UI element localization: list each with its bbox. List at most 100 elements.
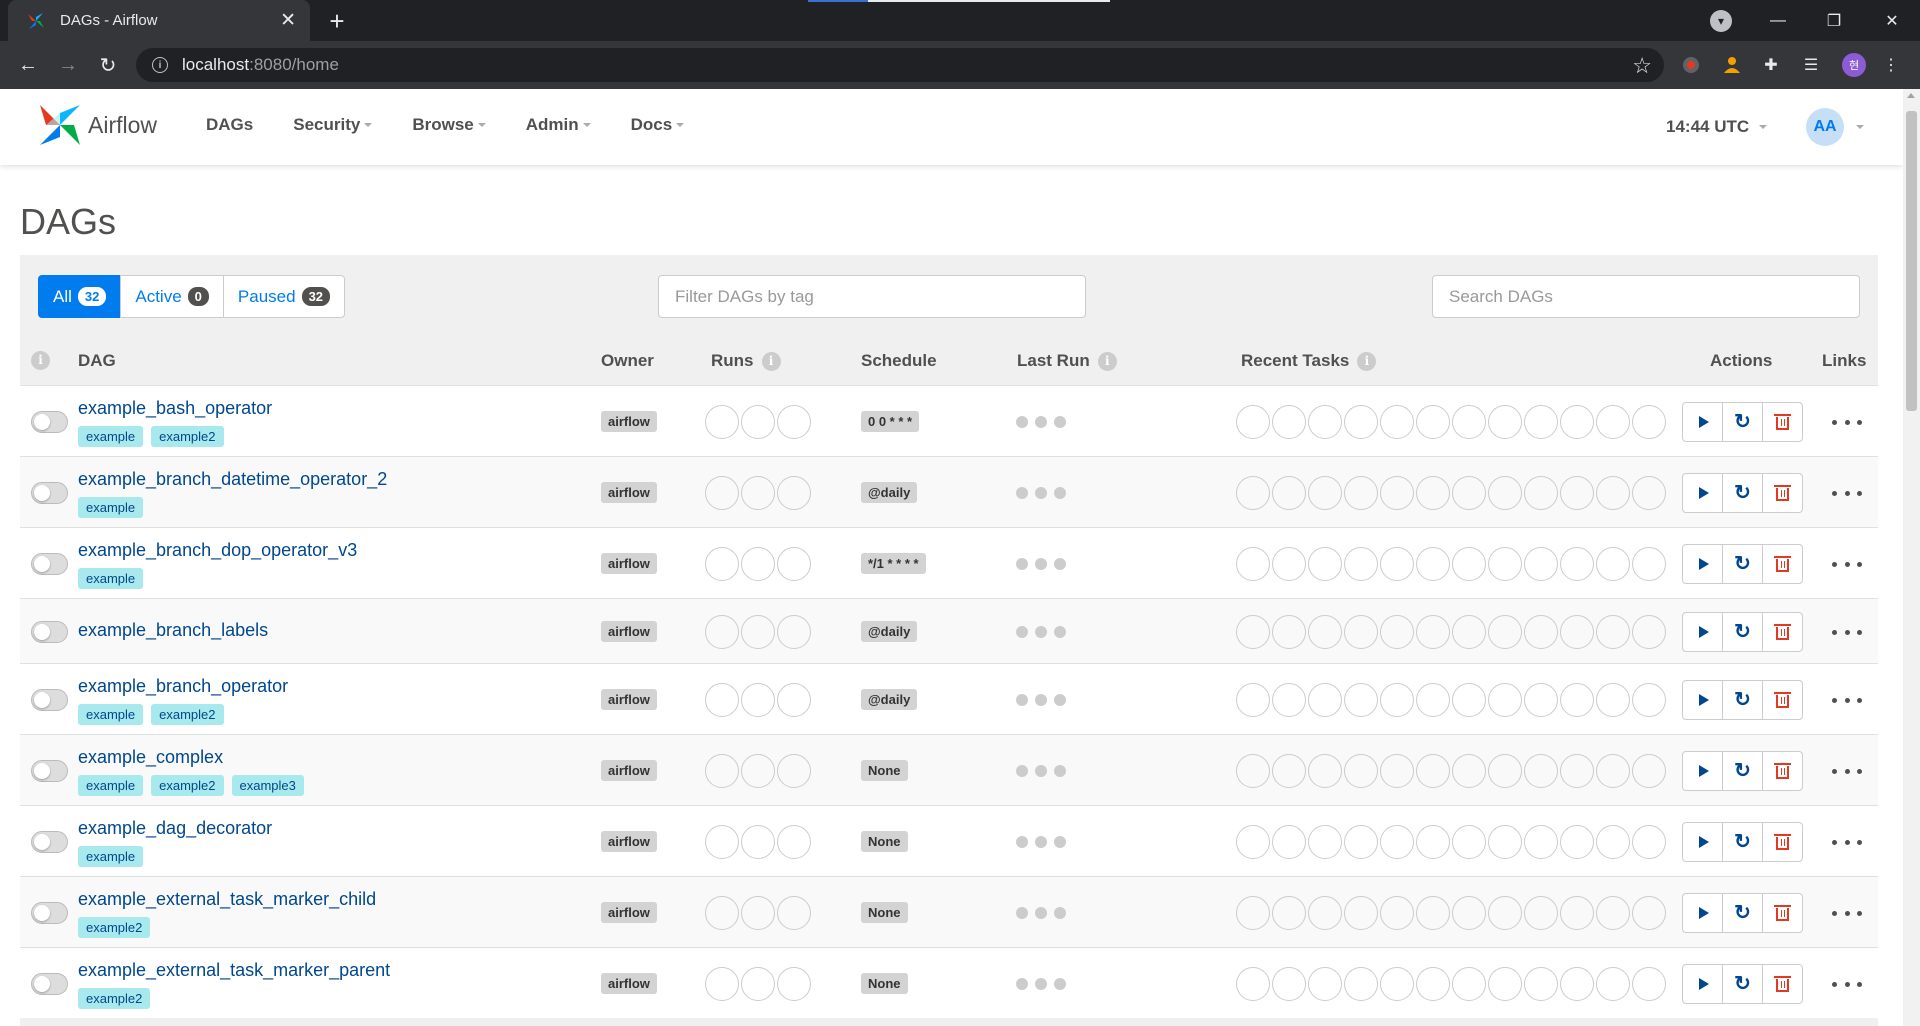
tag-filter-input[interactable]: Filter DAGs by tag	[658, 275, 1086, 318]
task-status-circle[interactable]	[1272, 896, 1306, 930]
task-status-circle[interactable]	[1308, 547, 1342, 581]
filter-active-button[interactable]: Active 0	[120, 275, 224, 318]
task-status-circle[interactable]	[1488, 896, 1522, 930]
site-info-icon[interactable]: i	[152, 57, 168, 73]
run-status-circle[interactable]	[777, 896, 811, 930]
task-status-circle[interactable]	[1488, 754, 1522, 788]
more-links-icon[interactable]	[1832, 622, 1862, 642]
tab-search-icon[interactable]: ▾	[1710, 10, 1732, 32]
trigger-dag-button[interactable]	[1682, 822, 1723, 862]
task-status-circle[interactable]	[1524, 405, 1558, 439]
task-status-circle[interactable]	[1380, 683, 1414, 717]
dag-tag[interactable]: example	[78, 846, 144, 867]
task-status-circle[interactable]	[1596, 896, 1630, 930]
task-status-circle[interactable]	[1344, 967, 1378, 1001]
task-status-circle[interactable]	[1236, 896, 1270, 930]
schedule-badge[interactable]: */1 * * * *	[861, 553, 926, 574]
task-status-circle[interactable]	[1416, 754, 1450, 788]
task-status-circle[interactable]	[1596, 476, 1630, 510]
forward-icon[interactable]: →	[52, 49, 84, 81]
dag-link[interactable]: example_complex	[78, 747, 223, 768]
restore-icon[interactable]: ❐	[1806, 0, 1862, 41]
task-status-circle[interactable]	[1632, 476, 1666, 510]
run-status-circle[interactable]	[777, 547, 811, 581]
run-status-circle[interactable]	[777, 754, 811, 788]
pause-toggle[interactable]	[31, 902, 68, 924]
more-links-icon[interactable]	[1832, 903, 1862, 923]
search-dags-input[interactable]: Search DAGs	[1432, 275, 1860, 318]
task-status-circle[interactable]	[1416, 896, 1450, 930]
task-status-circle[interactable]	[1488, 615, 1522, 649]
refresh-dag-button[interactable]: ↻	[1722, 680, 1763, 720]
dag-link[interactable]: example_dag_decorator	[78, 818, 272, 839]
owner-badge[interactable]: airflow	[601, 760, 657, 781]
nav-dags[interactable]: DAGs	[206, 115, 253, 135]
trigger-dag-button[interactable]	[1682, 612, 1723, 652]
task-status-circle[interactable]	[1416, 615, 1450, 649]
task-status-circle[interactable]	[1488, 683, 1522, 717]
run-status-circle[interactable]	[741, 754, 775, 788]
task-status-circle[interactable]	[1236, 615, 1270, 649]
task-status-circle[interactable]	[1596, 754, 1630, 788]
task-status-circle[interactable]	[1272, 967, 1306, 1001]
recent-tasks-info-icon[interactable]: i	[1357, 351, 1377, 371]
run-status-circle[interactable]	[777, 825, 811, 859]
task-status-circle[interactable]	[1452, 825, 1486, 859]
schedule-badge[interactable]: None	[861, 973, 908, 994]
owner-badge[interactable]: airflow	[601, 621, 657, 642]
task-status-circle[interactable]	[1488, 825, 1522, 859]
task-status-circle[interactable]	[1308, 896, 1342, 930]
task-status-circle[interactable]	[1380, 825, 1414, 859]
trigger-dag-button[interactable]	[1682, 473, 1723, 513]
task-status-circle[interactable]	[1632, 754, 1666, 788]
run-status-circle[interactable]	[741, 547, 775, 581]
run-status-circle[interactable]	[777, 476, 811, 510]
run-status-circle[interactable]	[741, 476, 775, 510]
task-status-circle[interactable]	[1308, 476, 1342, 510]
timezone-clock[interactable]: 14:44 UTC	[1666, 117, 1768, 137]
run-status-circle[interactable]	[705, 967, 739, 1001]
task-status-circle[interactable]	[1272, 754, 1306, 788]
task-status-circle[interactable]	[1488, 405, 1522, 439]
task-status-circle[interactable]	[1632, 405, 1666, 439]
task-status-circle[interactable]	[1308, 405, 1342, 439]
reading-list-icon[interactable]: ☰	[1800, 54, 1822, 76]
task-status-circle[interactable]	[1524, 825, 1558, 859]
task-status-circle[interactable]	[1488, 967, 1522, 1001]
task-status-circle[interactable]	[1524, 967, 1558, 1001]
close-tab-icon[interactable]: ✕	[280, 11, 296, 30]
schedule-badge[interactable]: @daily	[861, 689, 918, 710]
dag-tag[interactable]: example2	[151, 775, 224, 796]
task-status-circle[interactable]	[1416, 405, 1450, 439]
user-avatar[interactable]: AA	[1806, 108, 1844, 146]
task-status-circle[interactable]	[1308, 615, 1342, 649]
task-status-circle[interactable]	[1452, 754, 1486, 788]
pause-toggle[interactable]	[31, 553, 68, 575]
task-status-circle[interactable]	[1380, 754, 1414, 788]
task-status-circle[interactable]	[1524, 683, 1558, 717]
run-status-circle[interactable]	[705, 547, 739, 581]
run-status-circle[interactable]	[777, 967, 811, 1001]
run-status-circle[interactable]	[741, 896, 775, 930]
task-status-circle[interactable]	[1272, 405, 1306, 439]
task-status-circle[interactable]	[1560, 896, 1594, 930]
task-status-circle[interactable]	[1416, 476, 1450, 510]
scroll-up-arrow-icon[interactable]	[1907, 93, 1915, 98]
task-status-circle[interactable]	[1632, 825, 1666, 859]
task-status-circle[interactable]	[1560, 476, 1594, 510]
task-status-circle[interactable]	[1452, 405, 1486, 439]
pause-toggle[interactable]	[31, 760, 68, 782]
task-status-circle[interactable]	[1236, 405, 1270, 439]
task-status-circle[interactable]	[1236, 683, 1270, 717]
owner-header[interactable]: Owner	[601, 351, 654, 371]
schedule-badge[interactable]: @daily	[861, 482, 918, 503]
task-status-circle[interactable]	[1272, 476, 1306, 510]
dag-header[interactable]: DAG	[78, 351, 116, 371]
task-status-circle[interactable]	[1524, 754, 1558, 788]
owner-badge[interactable]: airflow	[601, 482, 657, 503]
more-links-icon[interactable]	[1832, 412, 1862, 432]
task-status-circle[interactable]	[1560, 967, 1594, 1001]
task-status-circle[interactable]	[1380, 405, 1414, 439]
extension-record-icon[interactable]	[1680, 54, 1702, 76]
trigger-dag-button[interactable]	[1682, 680, 1723, 720]
